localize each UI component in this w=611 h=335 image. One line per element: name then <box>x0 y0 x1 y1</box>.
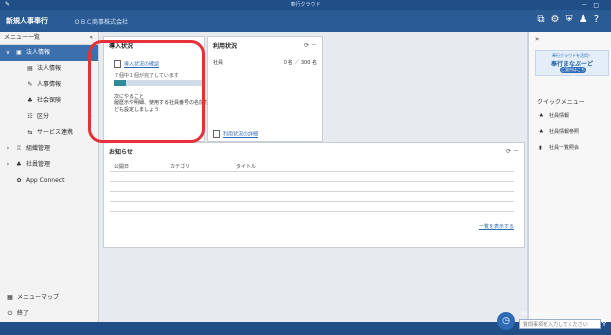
sidebar-item-label: 法人情報 <box>37 65 62 72</box>
sidebar-item-app-connect[interactable]: ✿ App Connect <box>0 173 98 189</box>
header-icons: ⧉⚙⛨♟? <box>537 14 605 25</box>
chevron-right-icon: › <box>6 161 10 168</box>
app-header: 新規人事奉行 ＯＢＣ商事株式会社 ⧉⚙⛨♟? <box>0 10 611 32</box>
table-row[interactable] <box>110 182 514 192</box>
document-icon <box>213 130 220 138</box>
bot-search-widget: ◷ 奉行クラウド Bot 質問事項を入力してください ⚲ <box>497 310 607 332</box>
show-all-link[interactable]: 一覧を表示する <box>479 223 514 230</box>
column-header: 公開日 <box>114 164 130 170</box>
document-icon: ▤ <box>27 65 33 72</box>
usage-row: 社員 ０名 ／ 300 名 <box>213 59 317 66</box>
sidebar-item-employees[interactable]: › ♣ 社員管理 <box>0 157 98 173</box>
sidebar-menu: メニュー一覧 « ∨ ▣ 法人情報 ▤ 法人情報 ✎ 人事情報 ♣ 社会保険 ☷ 区分 › … <box>0 32 99 322</box>
exit-button[interactable]: ⏻ 終了 <box>0 306 98 322</box>
quick-menu-item[interactable]: ♣ 社員情報参照 <box>539 128 579 135</box>
user-icon[interactable]: ♟ <box>579 14 594 25</box>
sidebar-item-social-insurance[interactable]: ♣ 社会保険 <box>0 93 98 109</box>
table-row[interactable] <box>110 172 514 182</box>
usage-detail-link[interactable]: 利用状況の詳細 <box>213 130 258 138</box>
sidebar-item-label: 社員管理 <box>26 161 51 168</box>
sidebar-item-service-link[interactable]: ⇆ サービス連携 › <box>0 125 98 141</box>
quick-menu-label: 社員情報 <box>549 113 570 119</box>
sidebar-title: メニュー一覧 <box>4 34 41 41</box>
sidebar-item-category[interactable]: ☷ 区分 › <box>0 109 98 125</box>
people-icon: ♣ <box>27 97 33 104</box>
sidebar-item-corporate-info[interactable]: ▤ 法人情報 <box>0 61 98 77</box>
table-row[interactable] <box>110 192 514 202</box>
bot-search-input[interactable]: 質問事項を入力してください <box>519 319 601 329</box>
menu-map-label: メニューマップ <box>17 294 60 301</box>
sidebar-item-label: 人事情報 <box>37 81 62 88</box>
sidebar-item-label: App Connect <box>26 177 65 184</box>
notice-panel-title: お知らせ <box>109 149 133 156</box>
window-titlebar: ✎ 奉行クラウド －□ <box>0 0 611 10</box>
window-title: 奉行クラウド <box>290 2 321 8</box>
sidebar-header: メニュー一覧 « <box>0 32 98 45</box>
quick-menu-item[interactable]: ♣ 社員情報 <box>539 112 569 119</box>
notice-panel: お知らせ ⟳ － 公開日 カテゴリ タイトル 一覧を表示する <box>103 142 525 248</box>
book-icon: ▮ <box>539 145 542 151</box>
notice-table-header: 公開日 カテゴリ タイトル <box>110 161 514 172</box>
column-header: カテゴリ <box>170 164 191 170</box>
usage-panel: 利用状況 ⟳ － 社員 ０名 ／ 300 名 利用状況の詳細 <box>207 36 323 142</box>
people-icon: ♣ <box>539 129 544 135</box>
minimize-button[interactable]: － <box>581 2 593 9</box>
column-header: タイトル <box>236 164 257 170</box>
app-connect-icon: ✿ <box>16 177 22 184</box>
open-icon[interactable]: ⧉ <box>537 14 550 25</box>
power-icon: ⏻ <box>7 310 13 317</box>
sidebar-item-label: サービス連携 <box>37 129 74 136</box>
promo-banner[interactable]: 奉行クラウドを活用！ 奉行まなぶーど ご案内はこちら <box>535 50 609 78</box>
sidebar-item-label: 区分 <box>37 113 50 120</box>
quick-menu-label: 社員一覧照会 <box>549 145 580 151</box>
sidebar-item-label: 組織管理 <box>26 145 51 152</box>
menu-map-button[interactable]: ▦ メニューマップ <box>0 290 98 306</box>
panel-refresh-collapse[interactable]: ⟳ － <box>304 40 317 49</box>
usage-panel-title: 利用状況 <box>213 43 238 50</box>
search-icon[interactable]: ⚲ <box>601 318 607 327</box>
product-logo: 新規人事奉行 <box>6 17 48 25</box>
quick-menu-item[interactable]: ▮ 社員一覧照会 <box>539 144 579 151</box>
company-name: ＯＢＣ商事株式会社 <box>74 19 129 26</box>
panel-refresh-collapse[interactable]: ⟳ － <box>506 146 519 155</box>
maximize-button[interactable]: □ <box>593 2 605 9</box>
quick-menu-title: クイックメニュー <box>537 99 585 106</box>
sidebar-item-corporate[interactable]: ∨ ▣ 法人情報 <box>0 45 98 61</box>
link-icon: ⇆ <box>27 129 33 136</box>
exit-label: 終了 <box>17 310 30 317</box>
usage-label: 社員 <box>213 60 224 66</box>
right-panel: » 奉行クラウドを活用！ 奉行まなぶーど ご案内はこちら クイックメニュー ♣ 社… <box>528 32 611 322</box>
sidebar-item-label: 法人情報 <box>26 49 51 56</box>
list-icon: ☷ <box>27 113 33 120</box>
gear-icon[interactable]: ⚙ <box>551 14 566 25</box>
collapse-right-panel-button[interactable]: » <box>535 35 539 43</box>
promo-button[interactable]: ご案内はこちら <box>560 67 586 78</box>
usage-value: ０名 ／ 300 名 <box>282 60 317 66</box>
table-row[interactable] <box>110 202 514 212</box>
usage-detail-link-label: 利用状況の詳細 <box>223 131 259 138</box>
quick-menu-label: 社員情報参照 <box>549 129 580 135</box>
chevron-right-icon: › <box>6 145 10 152</box>
sidebar-item-hr-info[interactable]: ✎ 人事情報 <box>0 77 98 93</box>
sidebar-item-label: 社会保険 <box>37 97 62 104</box>
shield-icon[interactable]: ⛨ <box>566 14 579 25</box>
sidebar-item-org[interactable]: › ♖ 組織管理 <box>0 141 98 157</box>
people-icon: ♣ <box>16 161 22 168</box>
question-icon[interactable]: ? <box>594 14 605 25</box>
highlight-annotation <box>88 40 205 143</box>
bot-icon[interactable]: ◷ <box>497 312 515 330</box>
people-icon: ♣ <box>539 113 544 119</box>
bot-hint: 奉行クラウド Bot <box>521 311 554 316</box>
chevron-down-icon: ∨ <box>5 49 11 56</box>
map-icon: ▦ <box>7 294 13 301</box>
window-controls[interactable]: －□ <box>581 0 605 9</box>
org-chart-icon: ♖ <box>16 145 22 152</box>
building-icon: ▣ <box>16 49 22 56</box>
pen-icon: ✎ <box>27 81 33 88</box>
sidebar-footer: ▦ メニューマップ ⏻ 終了 <box>0 290 98 322</box>
